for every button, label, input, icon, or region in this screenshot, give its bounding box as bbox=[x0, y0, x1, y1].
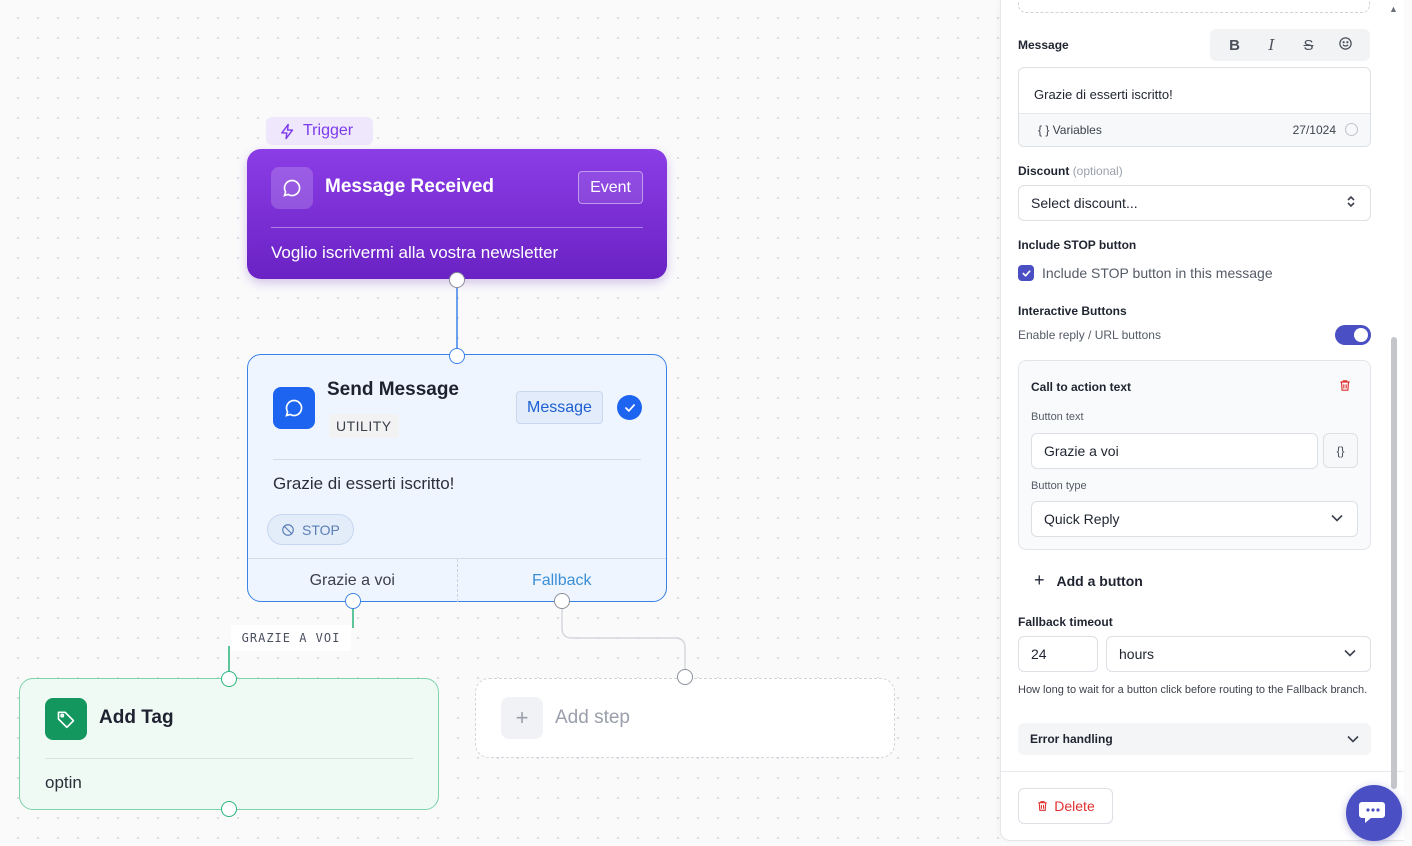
stop-checkbox-label: Include STOP button in this message bbox=[1042, 265, 1273, 281]
fallback-timeout-input[interactable]: 24 bbox=[1018, 636, 1098, 672]
event-tag: Event bbox=[578, 171, 643, 204]
message-received-node[interactable]: Message Received Event Voglio iscrivermi… bbox=[247, 149, 667, 279]
checkmark-icon bbox=[1021, 269, 1031, 277]
emoji-icon[interactable] bbox=[1334, 36, 1358, 55]
dashed-box-edge bbox=[1018, 0, 1370, 13]
cta-title: Call to action text bbox=[1031, 380, 1132, 394]
panel-footer-divider bbox=[1001, 771, 1404, 772]
scroll-up-arrow-icon[interactable]: ▲ bbox=[1389, 4, 1398, 14]
format-toolbar: B I S bbox=[1210, 29, 1370, 61]
delete-button[interactable]: Delete bbox=[1018, 788, 1113, 824]
stop-section-label: Include STOP button bbox=[1018, 238, 1137, 252]
trigger-keyword: Voglio iscrivermi alla vostra newsletter bbox=[271, 243, 559, 262]
stop-badge: STOP bbox=[267, 514, 354, 545]
insert-variable-button[interactable]: {} bbox=[1323, 433, 1358, 468]
message-text: Grazie di esserti iscritto! bbox=[1034, 87, 1173, 102]
chevron-down-icon bbox=[1347, 732, 1359, 746]
support-chat-button[interactable] bbox=[1346, 785, 1402, 841]
chevron-down-icon bbox=[1331, 513, 1343, 525]
button-type-value: Quick Reply bbox=[1044, 511, 1120, 527]
tag-input-port[interactable] bbox=[221, 671, 237, 687]
plus-icon: + bbox=[1034, 570, 1045, 590]
tag-value: optin bbox=[45, 773, 82, 792]
fallback-help-text: How long to wait for a button click befo… bbox=[1018, 684, 1368, 696]
chat-bubble-icon bbox=[273, 387, 315, 429]
add-tag-node[interactable]: Add Tag optin bbox=[19, 678, 439, 810]
plus-icon: + bbox=[501, 697, 543, 739]
char-counter: 27/1024 bbox=[1292, 123, 1336, 137]
divider bbox=[271, 227, 643, 228]
ban-icon bbox=[282, 523, 294, 536]
edge-label: GRAZIE A VOI bbox=[231, 625, 351, 651]
fallback-timeout-label: Fallback timeout bbox=[1018, 615, 1113, 629]
send-message-node[interactable]: Send Message UTILITY Message Grazie di e… bbox=[247, 354, 667, 602]
discount-placeholder: Select discount... bbox=[1031, 195, 1138, 211]
divider bbox=[45, 758, 413, 759]
error-handling-label: Error handling bbox=[1030, 732, 1113, 746]
fallback-timeout-value: 24 bbox=[1031, 646, 1047, 662]
discount-label: Discount (optional) bbox=[1018, 164, 1123, 178]
tag-icon bbox=[45, 698, 87, 740]
message-textarea[interactable]: Grazie di esserti iscritto! { } Variable… bbox=[1018, 67, 1371, 147]
interactive-buttons-label: Interactive Buttons bbox=[1018, 304, 1127, 318]
message-tag: Message bbox=[516, 391, 603, 424]
up-down-chevron-icon bbox=[1346, 195, 1356, 211]
optional-hint: (optional) bbox=[1072, 164, 1123, 178]
stop-label: STOP bbox=[302, 521, 340, 538]
chevron-down-icon bbox=[1344, 648, 1356, 660]
message-footer: { } Variables 27/1024 bbox=[1019, 113, 1370, 146]
stop-checkbox[interactable] bbox=[1018, 265, 1034, 281]
branch-output-port[interactable] bbox=[345, 593, 361, 609]
add-step-placeholder[interactable]: + Add step bbox=[475, 678, 895, 758]
trigger-badge: Trigger bbox=[266, 117, 373, 145]
trash-icon[interactable] bbox=[1338, 378, 1352, 398]
send-input-port[interactable] bbox=[449, 348, 465, 364]
node-title: Add Tag bbox=[99, 707, 174, 728]
interactive-buttons-toggle[interactable] bbox=[1335, 325, 1371, 345]
fallback-output-port[interactable] bbox=[554, 593, 570, 609]
trigger-badge-label: Trigger bbox=[303, 122, 354, 139]
check-circle-icon bbox=[617, 395, 642, 420]
button-text-label: Button text bbox=[1031, 411, 1084, 423]
strikethrough-icon[interactable]: S bbox=[1297, 37, 1321, 54]
add-button[interactable]: + Add a button bbox=[1034, 570, 1143, 591]
node-title: Send Message bbox=[327, 379, 459, 400]
delete-label: Delete bbox=[1054, 798, 1095, 814]
divider bbox=[273, 459, 641, 460]
fallback-unit-select[interactable]: hours bbox=[1106, 636, 1371, 672]
interactive-buttons-sub: Enable reply / URL buttons bbox=[1018, 328, 1161, 342]
italic-icon[interactable]: I bbox=[1260, 36, 1284, 54]
trash-icon bbox=[1038, 801, 1048, 811]
button-type-label: Button type bbox=[1031, 480, 1087, 492]
message-preview: Grazie di esserti iscritto! bbox=[273, 474, 455, 493]
add-button-label: Add a button bbox=[1056, 572, 1143, 589]
add-step-input-port[interactable] bbox=[677, 669, 693, 685]
button-text-value: Grazie a voi bbox=[1044, 443, 1119, 459]
error-handling-accordion[interactable]: Error handling bbox=[1018, 723, 1371, 755]
node-title: Message Received bbox=[325, 176, 494, 197]
trigger-output-port[interactable] bbox=[449, 272, 465, 288]
branch-row: Grazie a voi Fallback bbox=[248, 558, 666, 602]
button-type-select[interactable]: Quick Reply bbox=[1031, 501, 1358, 537]
chat-bubble-icon bbox=[271, 167, 313, 209]
node-settings-panel: Message B I S Grazie di esserti iscritto… bbox=[1000, 0, 1404, 841]
panel-scrollbar[interactable] bbox=[1391, 337, 1397, 789]
toggle-knob bbox=[1354, 328, 1368, 342]
category-badge: UTILITY bbox=[329, 414, 399, 438]
bold-icon[interactable]: B bbox=[1223, 37, 1247, 54]
lightning-icon bbox=[281, 123, 294, 139]
variables-button[interactable]: { } Variables bbox=[1038, 123, 1102, 137]
tag-output-port[interactable] bbox=[221, 801, 237, 817]
chat-icon bbox=[1359, 802, 1385, 823]
button-text-input[interactable]: Grazie a voi bbox=[1031, 433, 1318, 469]
message-label: Message bbox=[1018, 38, 1069, 52]
progress-ring-icon bbox=[1345, 123, 1358, 136]
discount-select[interactable]: Select discount... bbox=[1018, 185, 1371, 221]
fallback-unit-value: hours bbox=[1119, 646, 1155, 662]
add-step-label: Add step bbox=[555, 707, 630, 728]
